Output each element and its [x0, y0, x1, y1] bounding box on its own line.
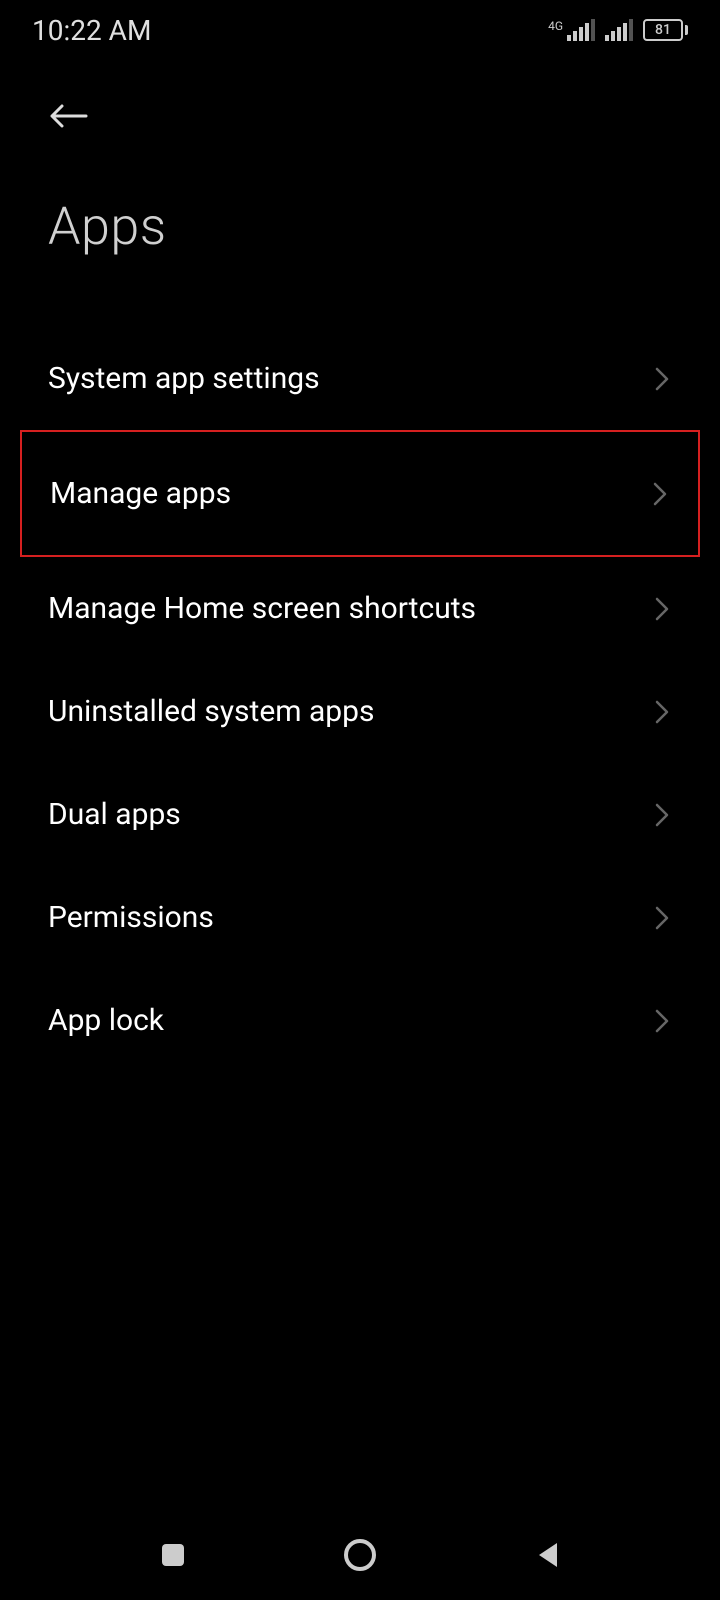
setting-item-manage-apps[interactable]: Manage apps: [20, 430, 700, 557]
back-button[interactable]: [48, 96, 88, 136]
battery-level: 81: [643, 19, 683, 41]
setting-label: Manage Home screen shortcuts: [48, 591, 476, 626]
settings-list: System app settings Manage apps Manage H…: [0, 327, 720, 1072]
signal-icon-2: [605, 19, 633, 41]
square-icon: [160, 1542, 186, 1568]
signal-icon-1: [567, 19, 595, 41]
status-indicators: 4G 81: [548, 19, 688, 41]
battery-icon: 81: [643, 19, 688, 41]
circle-icon: [342, 1537, 378, 1573]
status-bar: 10:22 AM 4G 81: [0, 0, 720, 56]
setting-label: System app settings: [48, 361, 320, 396]
triangle-left-icon: [535, 1541, 559, 1569]
chevron-right-icon: [652, 805, 672, 825]
page-title: Apps: [48, 196, 672, 257]
chevron-right-icon: [652, 1011, 672, 1031]
chevron-right-icon: [650, 484, 670, 504]
setting-label: App lock: [48, 1003, 164, 1038]
setting-label: Dual apps: [48, 797, 181, 832]
recent-apps-button[interactable]: [148, 1530, 198, 1580]
setting-item-system-app-settings[interactable]: System app settings: [0, 327, 720, 430]
chevron-right-icon: [652, 702, 672, 722]
setting-item-uninstalled-system-apps[interactable]: Uninstalled system apps: [0, 660, 720, 763]
chevron-right-icon: [652, 369, 672, 389]
setting-label: Permissions: [48, 900, 214, 935]
setting-item-dual-apps[interactable]: Dual apps: [0, 763, 720, 866]
setting-item-permissions[interactable]: Permissions: [0, 866, 720, 969]
setting-label: Uninstalled system apps: [48, 694, 374, 729]
setting-item-manage-home-shortcuts[interactable]: Manage Home screen shortcuts: [0, 557, 720, 660]
chevron-right-icon: [652, 908, 672, 928]
setting-item-app-lock[interactable]: App lock: [0, 969, 720, 1072]
network-type-label: 4G: [548, 19, 563, 33]
back-arrow-icon: [48, 102, 88, 130]
navigation-bar: [0, 1510, 720, 1600]
status-time: 10:22 AM: [32, 14, 151, 47]
chevron-right-icon: [652, 599, 672, 619]
home-button[interactable]: [335, 1530, 385, 1580]
header: Apps: [0, 56, 720, 277]
back-nav-button[interactable]: [522, 1530, 572, 1580]
setting-label: Manage apps: [50, 476, 231, 511]
